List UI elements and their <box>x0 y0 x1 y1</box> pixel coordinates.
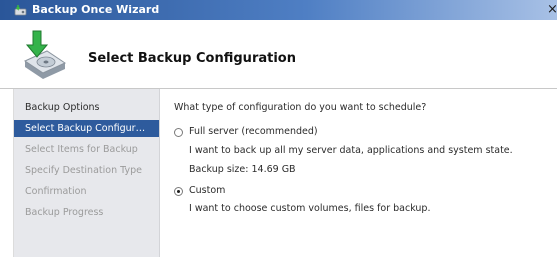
main-panel: What type of configuration do you want t… <box>160 89 557 257</box>
full-server-description: I want to back up all my server data, ap… <box>189 145 513 156</box>
page-title: Select Backup Configuration <box>88 51 296 66</box>
backup-size-text: Backup size: 14.69 GB <box>189 164 296 175</box>
close-button[interactable]: × <box>547 3 557 17</box>
step-confirmation[interactable]: Confirmation <box>14 183 159 200</box>
full-server-radio[interactable] <box>174 128 183 137</box>
custom-description: I want to choose custom volumes, files f… <box>189 203 431 214</box>
full-server-label[interactable]: Full server (recommended) <box>189 126 318 137</box>
step-specify-destination-type[interactable]: Specify Destination Type <box>14 162 159 179</box>
step-select-backup-configuration[interactable]: Select Backup Configur… <box>14 120 159 137</box>
configuration-question: What type of configuration do you want t… <box>174 102 427 113</box>
step-backup-progress[interactable]: Backup Progress <box>14 204 159 221</box>
wizard-header: Select Backup Configuration <box>0 20 557 89</box>
wizard-steps-sidebar: Backup Options Select Backup Configur… S… <box>14 89 160 257</box>
wizard-window: Backup Once Wizard × Select Backup Confi… <box>0 0 557 257</box>
title-bar[interactable]: Backup Once Wizard × <box>0 0 557 20</box>
window-title: Backup Once Wizard <box>32 3 160 16</box>
step-select-items-for-backup[interactable]: Select Items for Backup <box>14 141 159 158</box>
custom-radio[interactable] <box>174 187 183 196</box>
backup-disk-arrow-icon <box>23 30 67 79</box>
backup-app-icon <box>14 5 27 16</box>
custom-label[interactable]: Custom <box>189 185 225 196</box>
step-backup-options[interactable]: Backup Options <box>14 99 159 116</box>
